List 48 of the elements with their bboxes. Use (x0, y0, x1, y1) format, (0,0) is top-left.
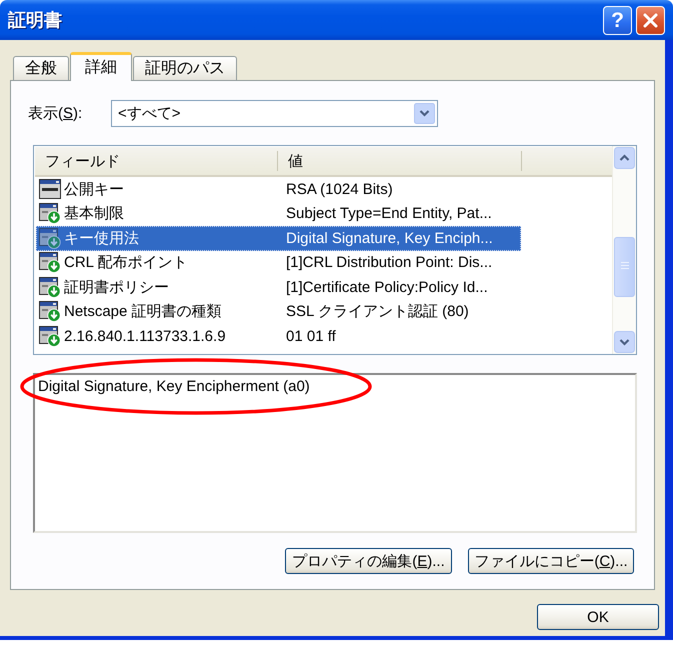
ok-button[interactable]: OK (537, 604, 659, 630)
window-title: 証明書 (8, 9, 63, 32)
list-row[interactable]: キー使用法 Digital Signature, Key Enciph... (36, 226, 521, 250)
dropdown-value: <すべて> (118, 104, 181, 123)
scroll-up-icon[interactable] (614, 147, 635, 169)
field-value: 01 01 ff (286, 328, 336, 345)
certificate-extension-icon (39, 276, 61, 298)
edit-properties-button[interactable]: プロパティの編集(E)... (285, 548, 452, 574)
scroll-down-icon[interactable] (614, 331, 635, 353)
field-value: [1]Certificate Policy:Policy Id... (286, 278, 488, 296)
field-value: Subject Type=End Entity, Pat... (286, 205, 492, 222)
field-value: Digital Signature, Key Enciph... (286, 230, 493, 247)
list-row[interactable]: 基本制限 Subject Type=End Entity, Pat... (36, 202, 521, 226)
field-name: 2.16.840.1.113733.1.6.9 (64, 328, 226, 345)
field-value: RSA (1024 Bits) (286, 180, 393, 198)
certificate-field-icon (39, 178, 61, 200)
vertical-scrollbar[interactable] (612, 146, 636, 354)
field-value: [1]CRL Distribution Point: Dis... (286, 254, 492, 272)
field-name: CRL 配布ポイント (64, 253, 188, 272)
certificate-extension-icon (39, 203, 61, 224)
list-row[interactable]: 証明書ポリシー [1]Certificate Policy:Policy Id... (36, 275, 521, 300)
tab[interactable]: 詳細 (70, 52, 132, 81)
certificate-extension-icon (39, 301, 61, 322)
field-name: キー使用法 (64, 228, 139, 248)
list-row[interactable]: 公開キー RSA (1024 Bits) (36, 177, 521, 202)
field-name: 証明書ポリシー (64, 278, 169, 297)
copy-to-file-button[interactable]: ファイルにコピー(C)... (468, 548, 634, 574)
view-dropdown[interactable]: <すべて> (111, 100, 438, 127)
close-button[interactable] (636, 6, 665, 34)
field-name: Netscape 証明書の種類 (64, 302, 222, 322)
field-name: 基本制限 (64, 204, 124, 224)
tab[interactable]: 証明のパス (133, 56, 237, 80)
column-header[interactable]: 値 (278, 151, 522, 171)
field-value: SSL クライアント認証 (80) (286, 303, 469, 320)
list-row[interactable]: Netscape 証明書の種類 SSL クライアント認証 (80) (36, 300, 521, 324)
help-button[interactable]: ? (603, 6, 632, 34)
list-row[interactable]: CRL 配布ポイント [1]CRL Distribution Point: Dis... (36, 250, 521, 275)
scrollbar-thumb[interactable] (614, 237, 635, 297)
field-name: 公開キー (64, 180, 124, 199)
column-header[interactable]: フィールド (35, 151, 278, 171)
certificate-extension-icon (39, 326, 61, 347)
detail-field[interactable]: Digital Signature, Key Encipherment (a0) (33, 373, 637, 533)
certificate-extension-icon (39, 252, 61, 274)
certificate-extension-icon (39, 228, 61, 249)
close-icon (643, 12, 658, 28)
list-row[interactable]: 2.16.840.1.113733.1.6.9 01 01 ff (36, 324, 521, 348)
tab[interactable]: 全般 (13, 56, 69, 80)
view-label: 表示(S): (28, 104, 84, 123)
